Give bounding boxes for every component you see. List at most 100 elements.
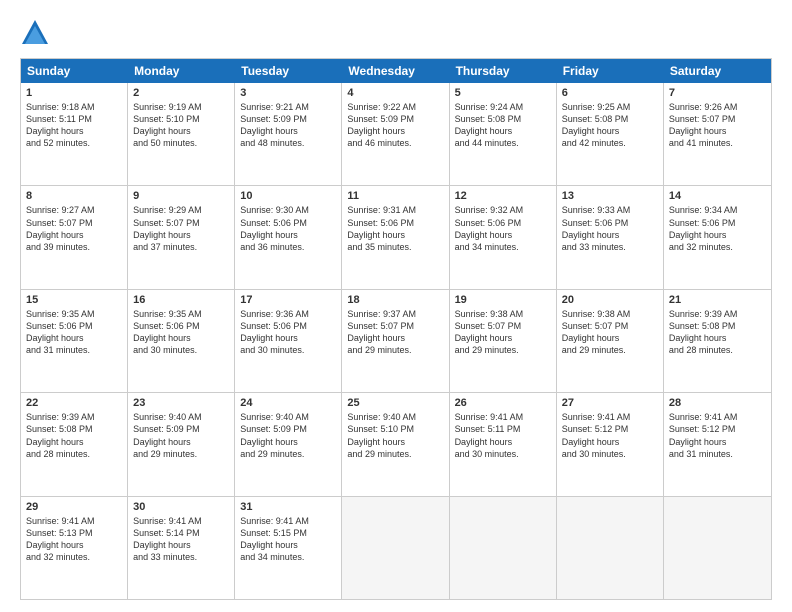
cell-info: Sunrise: 9:41 AMSunset: 5:14 PMDaylight … <box>133 515 229 564</box>
day-number: 30 <box>133 501 229 513</box>
calendar-cell: 12 Sunrise: 9:32 AMSunset: 5:06 PMDayligh… <box>450 186 557 288</box>
cell-info: Sunrise: 9:25 AMSunset: 5:08 PMDaylight … <box>562 101 658 150</box>
day-number: 28 <box>669 397 766 409</box>
cell-info: Sunrise: 9:29 AMSunset: 5:07 PMDaylight … <box>133 204 229 253</box>
calendar-cell: 31 Sunrise: 9:41 AMSunset: 5:15 PMDayligh… <box>235 497 342 599</box>
calendar-cell: 3 Sunrise: 9:21 AMSunset: 5:09 PMDaylight… <box>235 83 342 185</box>
day-header-wednesday: Wednesday <box>342 59 449 83</box>
cell-info: Sunrise: 9:40 AMSunset: 5:09 PMDaylight … <box>133 411 229 460</box>
calendar-cell: 11 Sunrise: 9:31 AMSunset: 5:06 PMDayligh… <box>342 186 449 288</box>
day-header-thursday: Thursday <box>450 59 557 83</box>
cell-info: Sunrise: 9:38 AMSunset: 5:07 PMDaylight … <box>562 308 658 357</box>
cell-info: Sunrise: 9:35 AMSunset: 5:06 PMDaylight … <box>133 308 229 357</box>
calendar-header: SundayMondayTuesdayWednesdayThursdayFrid… <box>21 59 771 83</box>
calendar-cell: 17Sunrise: 9:36 AMSunset: 5:06 PMDayligh… <box>235 290 342 392</box>
calendar-cell <box>342 497 449 599</box>
day-number: 3 <box>240 87 336 99</box>
day-number: 1 <box>26 87 122 99</box>
day-number: 25 <box>347 397 443 409</box>
calendar-cell: 21Sunrise: 9:39 AMSunset: 5:08 PMDayligh… <box>664 290 771 392</box>
calendar-cell: 2 Sunrise: 9:19 AMSunset: 5:10 PMDaylight… <box>128 83 235 185</box>
day-number: 20 <box>562 294 658 306</box>
calendar-cell <box>557 497 664 599</box>
calendar-cell: 8 Sunrise: 9:27 AMSunset: 5:07 PMDaylight… <box>21 186 128 288</box>
header <box>20 18 772 48</box>
cell-info: Sunrise: 9:38 AMSunset: 5:07 PMDaylight … <box>455 308 551 357</box>
day-number: 6 <box>562 87 658 99</box>
calendar-cell: 20 Sunrise: 9:38 AMSunset: 5:07 PMDayligh… <box>557 290 664 392</box>
day-header-saturday: Saturday <box>664 59 771 83</box>
cell-info: Sunrise: 9:19 AMSunset: 5:10 PMDaylight … <box>133 101 229 150</box>
cell-info: Sunrise: 9:21 AMSunset: 5:09 PMDaylight … <box>240 101 336 150</box>
day-number: 16 <box>133 294 229 306</box>
day-number: 21 <box>669 294 766 306</box>
calendar-cell: 15 Sunrise: 9:35 AMSunset: 5:06 PMDayligh… <box>21 290 128 392</box>
cell-info: Sunrise: 9:35 AMSunset: 5:06 PMDaylight … <box>26 308 122 357</box>
day-number: 23 <box>133 397 229 409</box>
calendar-cell <box>664 497 771 599</box>
cell-info: Sunrise: 9:22 AMSunset: 5:09 PMDaylight … <box>347 101 443 150</box>
cell-info: Sunrise: 9:18 AMSunset: 5:11 PMDaylight … <box>26 101 122 150</box>
calendar-body: 1 Sunrise: 9:18 AMSunset: 5:11 PMDaylight… <box>21 83 771 599</box>
day-number: 31 <box>240 501 336 513</box>
day-number: 8 <box>26 190 122 202</box>
cell-info: Sunrise: 9:40 AMSunset: 5:09 PMDaylight … <box>240 411 336 460</box>
day-number: 13 <box>562 190 658 202</box>
calendar: SundayMondayTuesdayWednesdayThursdayFrid… <box>20 58 772 600</box>
cell-info: Sunrise: 9:26 AMSunset: 5:07 PMDaylight … <box>669 101 766 150</box>
calendar-cell: 29 Sunrise: 9:41 AMSunset: 5:13 PMDayligh… <box>21 497 128 599</box>
cell-info: Sunrise: 9:37 AMSunset: 5:07 PMDaylight … <box>347 308 443 357</box>
calendar-cell: 9Sunrise: 9:29 AMSunset: 5:07 PMDaylight… <box>128 186 235 288</box>
day-number: 7 <box>669 87 766 99</box>
cell-info: Sunrise: 9:27 AMSunset: 5:07 PMDaylight … <box>26 204 122 253</box>
calendar-cell: 25Sunrise: 9:40 AMSunset: 5:10 PMDayligh… <box>342 393 449 495</box>
cell-info: Sunrise: 9:41 AMSunset: 5:15 PMDaylight … <box>240 515 336 564</box>
calendar-cell: 24Sunrise: 9:40 AMSunset: 5:09 PMDayligh… <box>235 393 342 495</box>
calendar-cell: 4Sunrise: 9:22 AMSunset: 5:09 PMDaylight… <box>342 83 449 185</box>
cell-info: Sunrise: 9:39 AMSunset: 5:08 PMDaylight … <box>26 411 122 460</box>
day-number: 10 <box>240 190 336 202</box>
calendar-cell: 27 Sunrise: 9:41 AMSunset: 5:12 PMDayligh… <box>557 393 664 495</box>
calendar-cell <box>450 497 557 599</box>
calendar-cell: 1 Sunrise: 9:18 AMSunset: 5:11 PMDaylight… <box>21 83 128 185</box>
day-number: 18 <box>347 294 443 306</box>
day-number: 29 <box>26 501 122 513</box>
day-number: 15 <box>26 294 122 306</box>
cell-info: Sunrise: 9:41 AMSunset: 5:11 PMDaylight … <box>455 411 551 460</box>
day-number: 5 <box>455 87 551 99</box>
calendar-cell: 13 Sunrise: 9:33 AMSunset: 5:06 PMDayligh… <box>557 186 664 288</box>
cell-info: Sunrise: 9:30 AMSunset: 5:06 PMDaylight … <box>240 204 336 253</box>
cell-info: Sunrise: 9:41 AMSunset: 5:13 PMDaylight … <box>26 515 122 564</box>
day-header-friday: Friday <box>557 59 664 83</box>
cell-info: Sunrise: 9:31 AMSunset: 5:06 PMDaylight … <box>347 204 443 253</box>
calendar-cell: 22 Sunrise: 9:39 AMSunset: 5:08 PMDayligh… <box>21 393 128 495</box>
day-number: 11 <box>347 190 443 202</box>
day-header-tuesday: Tuesday <box>235 59 342 83</box>
cell-info: Sunrise: 9:33 AMSunset: 5:06 PMDaylight … <box>562 204 658 253</box>
cell-info: Sunrise: 9:41 AMSunset: 5:12 PMDaylight … <box>669 411 766 460</box>
day-number: 12 <box>455 190 551 202</box>
calendar-row: 8 Sunrise: 9:27 AMSunset: 5:07 PMDaylight… <box>21 186 771 289</box>
cell-info: Sunrise: 9:41 AMSunset: 5:12 PMDaylight … <box>562 411 658 460</box>
calendar-cell: 5 Sunrise: 9:24 AMSunset: 5:08 PMDaylight… <box>450 83 557 185</box>
day-number: 19 <box>455 294 551 306</box>
day-number: 2 <box>133 87 229 99</box>
calendar-row: 22 Sunrise: 9:39 AMSunset: 5:08 PMDayligh… <box>21 393 771 496</box>
calendar-cell: 14Sunrise: 9:34 AMSunset: 5:06 PMDayligh… <box>664 186 771 288</box>
logo-icon <box>20 18 50 48</box>
day-number: 27 <box>562 397 658 409</box>
calendar-cell: 28 Sunrise: 9:41 AMSunset: 5:12 PMDayligh… <box>664 393 771 495</box>
day-number: 14 <box>669 190 766 202</box>
calendar-row: 15 Sunrise: 9:35 AMSunset: 5:06 PMDayligh… <box>21 290 771 393</box>
day-header-monday: Monday <box>128 59 235 83</box>
day-number: 22 <box>26 397 122 409</box>
calendar-cell: 7 Sunrise: 9:26 AMSunset: 5:07 PMDaylight… <box>664 83 771 185</box>
cell-info: Sunrise: 9:24 AMSunset: 5:08 PMDaylight … <box>455 101 551 150</box>
logo <box>20 18 56 48</box>
cell-info: Sunrise: 9:32 AMSunset: 5:06 PMDaylight … <box>455 204 551 253</box>
calendar-cell: 10 Sunrise: 9:30 AMSunset: 5:06 PMDayligh… <box>235 186 342 288</box>
calendar-cell: 16 Sunrise: 9:35 AMSunset: 5:06 PMDayligh… <box>128 290 235 392</box>
calendar-cell: 18 Sunrise: 9:37 AMSunset: 5:07 PMDayligh… <box>342 290 449 392</box>
calendar-cell: 23 Sunrise: 9:40 AMSunset: 5:09 PMDayligh… <box>128 393 235 495</box>
calendar-cell: 6 Sunrise: 9:25 AMSunset: 5:08 PMDaylight… <box>557 83 664 185</box>
